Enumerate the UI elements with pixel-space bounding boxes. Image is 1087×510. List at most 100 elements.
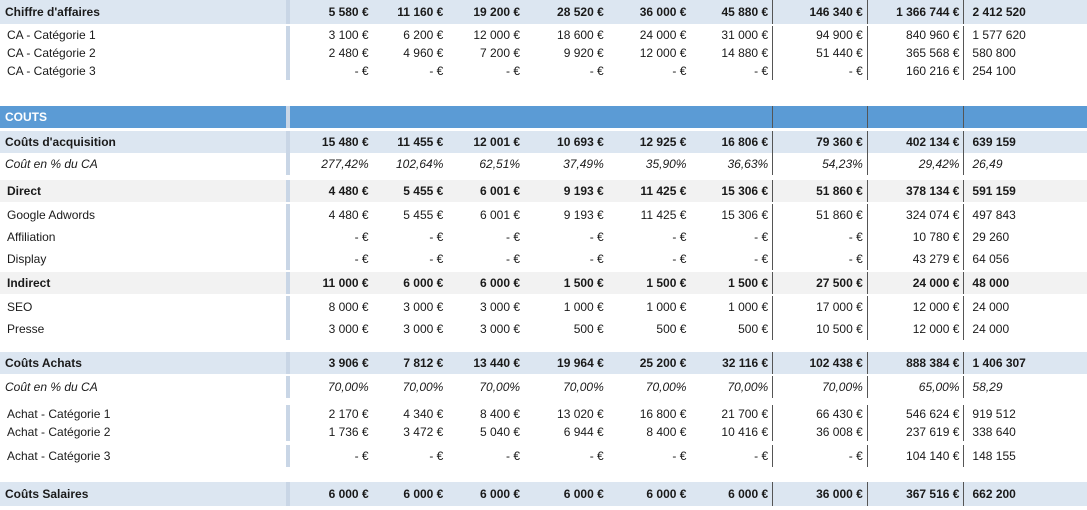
value-cell[interactable]: 26,49: [963, 153, 1087, 175]
value-cell[interactable]: 1 366 744 €: [866, 0, 964, 24]
value-cell[interactable]: 28 520 €: [524, 0, 608, 24]
value-cell[interactable]: - €: [290, 62, 373, 80]
value-cell[interactable]: 5 455 €: [373, 204, 448, 226]
value-cell[interactable]: 7 200 €: [447, 44, 524, 62]
value-cell[interactable]: 3 906 €: [290, 352, 373, 374]
value-cell[interactable]: 27 500 €: [772, 272, 867, 294]
value-cell[interactable]: 378 134 €: [866, 180, 964, 202]
value-cell[interactable]: 1 406 307: [963, 352, 1087, 374]
value-cell[interactable]: - €: [373, 226, 448, 248]
value-cell[interactable]: 24 000: [963, 318, 1087, 340]
value-cell[interactable]: - €: [373, 62, 448, 80]
value-cell[interactable]: 43 279 €: [866, 248, 964, 270]
value-cell[interactable]: 919 512: [963, 405, 1087, 423]
value-cell[interactable]: - €: [690, 248, 772, 270]
value-cell[interactable]: 51 440 €: [772, 44, 867, 62]
value-cell[interactable]: 17 000 €: [772, 296, 867, 318]
value-cell[interactable]: 9 920 €: [524, 44, 608, 62]
value-cell[interactable]: 254 100: [963, 62, 1087, 80]
value-cell[interactable]: 16 806 €: [690, 131, 772, 153]
value-cell[interactable]: 66 430 €: [772, 405, 867, 423]
value-cell[interactable]: 48 000: [963, 272, 1087, 294]
row-label[interactable]: Presse: [0, 318, 286, 340]
value-cell[interactable]: [447, 106, 524, 128]
value-cell[interactable]: 6 001 €: [447, 180, 524, 202]
value-cell[interactable]: - €: [373, 445, 448, 467]
value-cell[interactable]: [608, 106, 691, 128]
value-cell[interactable]: 6 000 €: [373, 482, 448, 506]
value-cell[interactable]: 102,64%: [373, 153, 448, 175]
value-cell[interactable]: 45 880 €: [690, 0, 772, 24]
value-cell[interactable]: 1 000 €: [690, 296, 772, 318]
value-cell[interactable]: 29 260: [963, 226, 1087, 248]
value-cell[interactable]: 9 193 €: [524, 204, 608, 226]
value-cell[interactable]: 3 000 €: [447, 318, 524, 340]
value-cell[interactable]: 324 074 €: [866, 204, 964, 226]
value-cell[interactable]: - €: [608, 248, 691, 270]
value-cell[interactable]: 51 860 €: [772, 180, 867, 202]
row-label[interactable]: Coûts Salaires: [0, 482, 286, 506]
value-cell[interactable]: 102 438 €: [772, 352, 867, 374]
value-cell[interactable]: - €: [524, 226, 608, 248]
value-cell[interactable]: 14 880 €: [690, 44, 772, 62]
row-label[interactable]: CA - Catégorie 3: [0, 62, 286, 80]
value-cell[interactable]: 10 500 €: [772, 318, 867, 340]
value-cell[interactable]: 32 116 €: [690, 352, 772, 374]
value-cell[interactable]: - €: [772, 226, 867, 248]
row-label[interactable]: Coûts Achats: [0, 352, 286, 374]
value-cell[interactable]: - €: [772, 62, 867, 80]
value-cell[interactable]: 11 425 €: [608, 204, 691, 226]
value-cell[interactable]: 58,29: [963, 376, 1087, 398]
value-cell[interactable]: 18 600 €: [524, 26, 608, 44]
value-cell[interactable]: 402 134 €: [866, 131, 964, 153]
value-cell[interactable]: [963, 106, 1087, 128]
value-cell[interactable]: 580 800: [963, 44, 1087, 62]
row-label[interactable]: SEO: [0, 296, 286, 318]
value-cell[interactable]: 104 140 €: [866, 445, 964, 467]
value-cell[interactable]: - €: [524, 248, 608, 270]
row-label[interactable]: Indirect: [0, 272, 286, 294]
value-cell[interactable]: 6 000 €: [690, 482, 772, 506]
value-cell[interactable]: 16 800 €: [608, 405, 691, 423]
value-cell[interactable]: - €: [290, 445, 373, 467]
value-cell[interactable]: - €: [447, 226, 524, 248]
value-cell[interactable]: 6 944 €: [524, 423, 608, 441]
value-cell[interactable]: 6 001 €: [447, 204, 524, 226]
row-label[interactable]: Chiffre d'affaires: [0, 0, 286, 24]
value-cell[interactable]: [373, 106, 448, 128]
value-cell[interactable]: [524, 106, 608, 128]
row-label[interactable]: Direct: [0, 180, 286, 202]
value-cell[interactable]: - €: [690, 445, 772, 467]
value-cell[interactable]: 2 480 €: [290, 44, 373, 62]
value-cell[interactable]: 15 306 €: [690, 204, 772, 226]
value-cell[interactable]: - €: [690, 62, 772, 80]
value-cell[interactable]: 15 306 €: [690, 180, 772, 202]
value-cell[interactable]: 7 812 €: [373, 352, 448, 374]
value-cell[interactable]: 62,51%: [447, 153, 524, 175]
value-cell[interactable]: 65,00%: [866, 376, 964, 398]
value-cell[interactable]: 6 000 €: [373, 272, 448, 294]
value-cell[interactable]: 1 000 €: [524, 296, 608, 318]
value-cell[interactable]: 338 640: [963, 423, 1087, 441]
value-cell[interactable]: [866, 106, 964, 128]
value-cell[interactable]: 36,63%: [690, 153, 772, 175]
value-cell[interactable]: 277,42%: [290, 153, 373, 175]
value-cell[interactable]: 31 000 €: [690, 26, 772, 44]
value-cell[interactable]: 888 384 €: [866, 352, 964, 374]
value-cell[interactable]: 10 780 €: [866, 226, 964, 248]
value-cell[interactable]: 70,00%: [290, 376, 373, 398]
value-cell[interactable]: 546 624 €: [866, 405, 964, 423]
row-label[interactable]: Achat - Catégorie 3: [0, 445, 286, 467]
value-cell[interactable]: - €: [524, 62, 608, 80]
value-cell[interactable]: - €: [373, 248, 448, 270]
value-cell[interactable]: 148 155: [963, 445, 1087, 467]
value-cell[interactable]: 24 000: [963, 296, 1087, 318]
value-cell[interactable]: 70,00%: [690, 376, 772, 398]
value-cell[interactable]: 6 000 €: [447, 482, 524, 506]
value-cell[interactable]: 4 480 €: [290, 180, 373, 202]
value-cell[interactable]: - €: [290, 248, 373, 270]
value-cell[interactable]: 70,00%: [447, 376, 524, 398]
value-cell[interactable]: 1 736 €: [290, 423, 373, 441]
value-cell[interactable]: 70,00%: [524, 376, 608, 398]
value-cell[interactable]: - €: [447, 248, 524, 270]
